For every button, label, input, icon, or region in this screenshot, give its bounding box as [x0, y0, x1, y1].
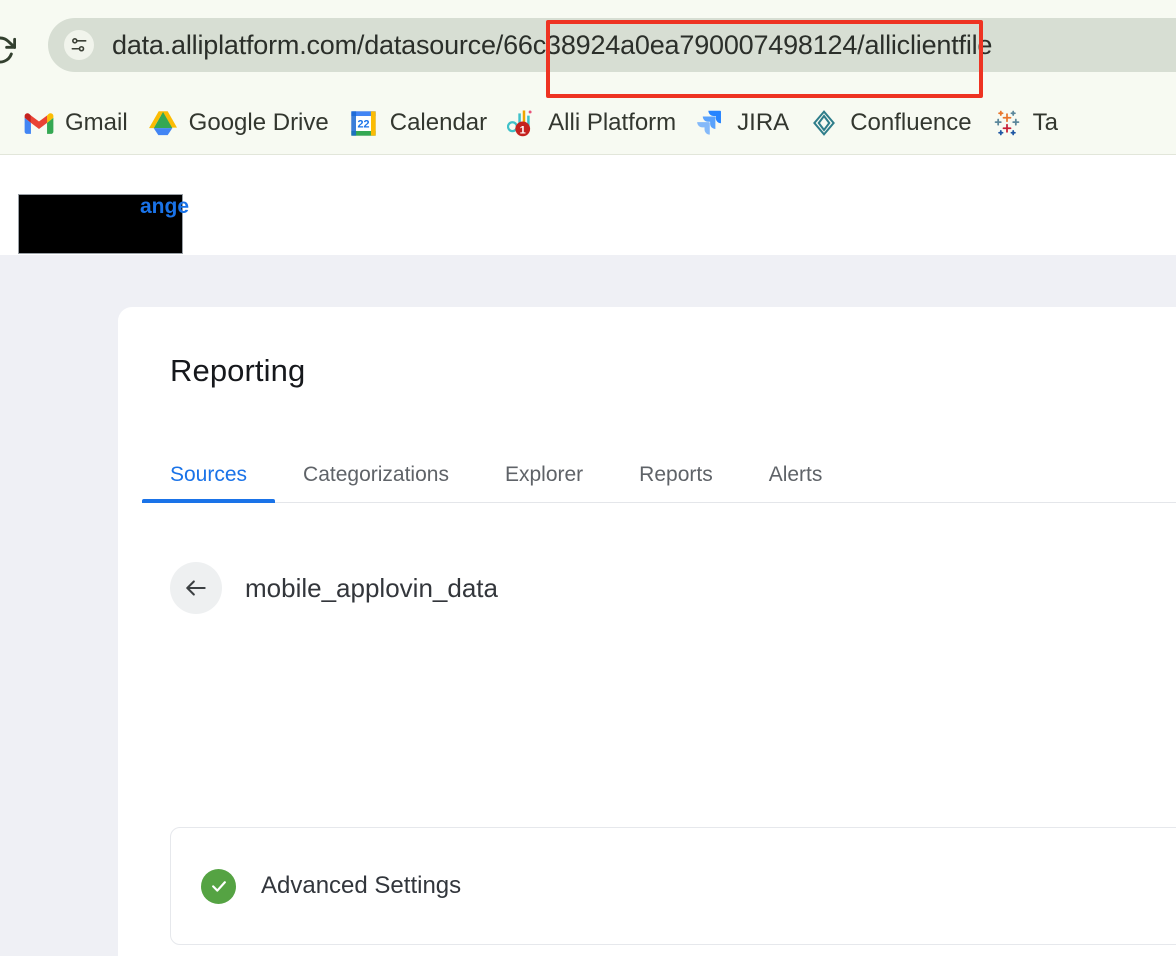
reporting-tabs: Sources Categorizations Explorer Reports… [142, 446, 1176, 503]
datasource-header: mobile_applovin_data [170, 562, 498, 614]
bookmark-alli-platform[interactable]: 1 Alli Platform [497, 101, 686, 145]
app-body: Reporting Sources Categorizations Explor… [0, 255, 1176, 956]
bookmark-label: JIRA [737, 109, 789, 137]
page-viewport: ange Reporting Sources Categorizations E… [0, 155, 1176, 956]
tableau-icon [992, 108, 1022, 138]
bookmark-label: Google Drive [189, 109, 329, 137]
tab-explorer[interactable]: Explorer [477, 446, 611, 503]
google-calendar-icon: 22 [349, 108, 379, 138]
alli-platform-icon: 1 [507, 108, 537, 138]
confluence-icon [809, 108, 839, 138]
bookmark-confluence[interactable]: Confluence [799, 101, 981, 145]
bookmark-gmail[interactable]: Gmail [14, 101, 138, 145]
tune-icon[interactable] [64, 30, 94, 60]
bookmark-label: Alli Platform [548, 109, 676, 137]
tab-categorizations[interactable]: Categorizations [275, 446, 477, 503]
browser-chrome: data.alliplatform.com/datasource/66c3892… [0, 0, 1176, 155]
omnibox-row: data.alliplatform.com/datasource/66c3892… [0, 10, 1176, 80]
app-topbar: ange [0, 155, 1176, 255]
accordion-label: Advanced Settings [261, 872, 461, 900]
bookmark-jira[interactable]: JIRA [686, 101, 799, 145]
page-title: Reporting [170, 353, 305, 389]
address-bar-url: data.alliplatform.com/datasource/66c3892… [112, 30, 992, 61]
topbar-link[interactable]: ange [140, 195, 189, 219]
bookmark-label: Confluence [850, 109, 971, 137]
reporting-panel: Reporting Sources Categorizations Explor… [118, 307, 1176, 956]
back-button[interactable] [170, 562, 222, 614]
tab-label: Explorer [505, 463, 583, 487]
datasource-name: mobile_applovin_data [245, 573, 498, 604]
gmail-icon [24, 108, 54, 138]
tab-alerts[interactable]: Alerts [741, 446, 851, 503]
bookmark-label: Calendar [390, 109, 487, 137]
jira-icon [696, 108, 726, 138]
tab-label: Sources [170, 463, 247, 487]
svg-text:1: 1 [520, 124, 526, 136]
bookmark-label: Gmail [65, 109, 128, 137]
bookmark-calendar[interactable]: 22 Calendar [339, 101, 497, 145]
bookmark-google-drive[interactable]: Google Drive [138, 101, 339, 145]
tab-sources[interactable]: Sources [142, 446, 275, 503]
bookmark-label: Ta [1033, 109, 1058, 137]
tab-label: Categorizations [303, 463, 449, 487]
settings-accordion: Advanced Settings Additional Configurati… [170, 827, 1176, 956]
address-bar[interactable]: data.alliplatform.com/datasource/66c3892… [48, 18, 1176, 72]
reload-icon[interactable] [0, 34, 16, 66]
check-circle-icon [201, 869, 236, 904]
bookmark-tableau[interactable]: Ta [982, 101, 1068, 145]
bookmarks-bar: Gmail Google Drive [0, 92, 1176, 154]
arrow-left-icon [183, 575, 209, 601]
tab-label: Alerts [769, 463, 823, 487]
tab-label: Reports [639, 463, 713, 487]
accordion-item-advanced-settings[interactable]: Advanced Settings [170, 827, 1176, 945]
svg-text:22: 22 [358, 118, 370, 130]
google-drive-icon [148, 108, 178, 138]
tab-reports[interactable]: Reports [611, 446, 741, 503]
